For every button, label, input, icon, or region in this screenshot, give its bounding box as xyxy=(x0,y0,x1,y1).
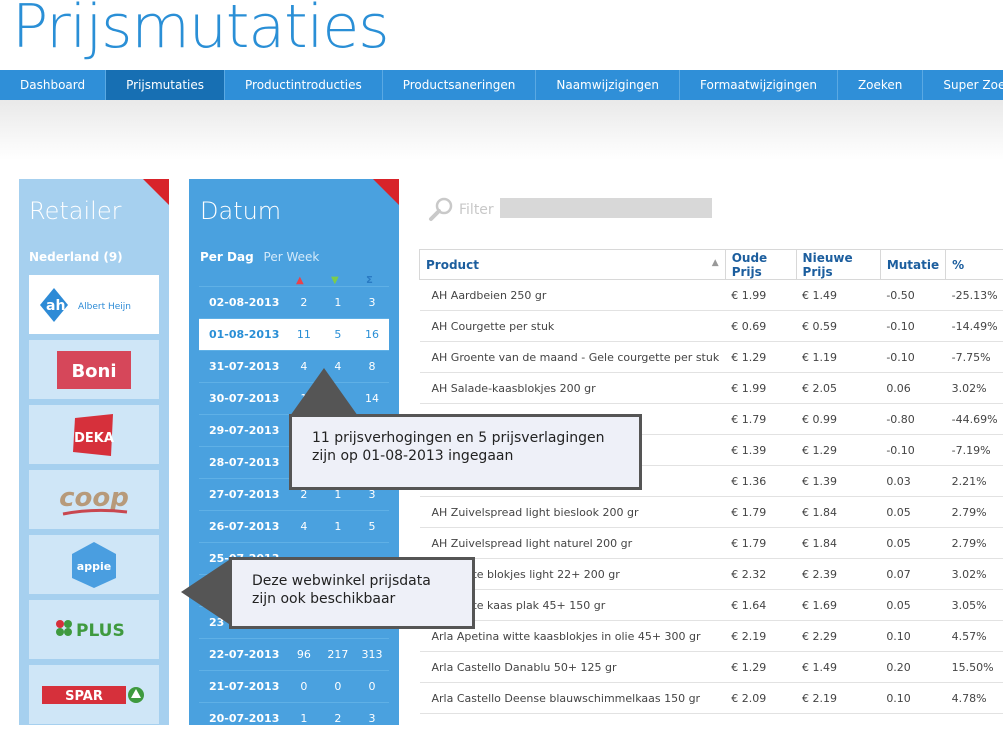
col-oude-prijs[interactable]: Oude Prijs xyxy=(725,250,796,280)
filter-bar: Filter xyxy=(428,196,728,224)
plus-logo: PLUS xyxy=(52,615,136,645)
date-row[interactable]: 21-07-2013000 xyxy=(199,670,389,702)
spar-logo: SPAR xyxy=(42,683,146,707)
sort-asc-icon: ▲ xyxy=(712,258,719,268)
increase-arrow-icon: ▲ xyxy=(296,275,304,286)
table-row[interactable]: tina witte kaas plak 45+ 150 gr€ 1.64€ 1… xyxy=(420,590,1003,621)
svg-text:ah: ah xyxy=(46,298,65,314)
albert-heijn-logo: ah Albert Heijn xyxy=(34,280,154,330)
retailer-boni[interactable]: Boni xyxy=(29,340,159,399)
col-product[interactable]: Product▲ xyxy=(420,250,726,280)
svg-text:SPAR: SPAR xyxy=(65,689,103,704)
datum-heading: Datum xyxy=(200,197,281,225)
table-row[interactable]: AH Courgette per stuk€ 0.69€ 0.59-0.10-1… xyxy=(420,311,1003,342)
nav-dashboard[interactable]: Dashboard xyxy=(0,70,106,100)
col-percentage[interactable]: % xyxy=(946,250,1003,280)
retailer-deka[interactable]: DEKA xyxy=(29,405,159,464)
date-callout-pointer xyxy=(290,368,358,416)
svg-text:DEKA: DEKA xyxy=(74,431,114,446)
corner-marker xyxy=(143,179,169,205)
table-header-row: Product▲ Oude Prijs Nieuwe Prijs Mutatie… xyxy=(420,250,1003,280)
col-nieuwe-prijs[interactable]: Nieuwe Prijs xyxy=(796,250,880,280)
store-callout-pointer xyxy=(181,560,229,624)
date-row[interactable]: 22-07-201396217313 xyxy=(199,638,389,670)
boni-logo: Boni xyxy=(57,351,131,389)
col-mutatie[interactable]: Mutatie xyxy=(880,250,945,280)
tab-per-week[interactable]: Per Week xyxy=(264,250,320,264)
svg-text:appie: appie xyxy=(77,560,111,573)
date-row[interactable]: 20-07-2013123 xyxy=(199,702,389,734)
deka-logo: DEKA xyxy=(71,412,117,458)
main-nav: Dashboard Prijsmutaties Productintroduct… xyxy=(0,70,1003,100)
date-callout: 11 prijsverhogingen en 5 prijsverlaginge… xyxy=(289,414,642,490)
nav-super-zoeken[interactable]: Super Zoeken xyxy=(923,70,1003,100)
retailer-appie[interactable]: appie xyxy=(29,535,159,594)
table-row[interactable]: Arla Castello Danablu 50+ 125 gr€ 1.29€ … xyxy=(420,652,1003,683)
retailer-coop[interactable]: coop xyxy=(29,470,159,529)
table-row[interactable]: AH Aardbeien 250 gr€ 1.99€ 1.49-0.50-25.… xyxy=(420,280,1003,311)
store-callout: Deze webwinkel prijsdata zijn ook beschi… xyxy=(229,557,475,629)
table-row[interactable]: tina witte blokjes light 22+ 200 gr€ 2.3… xyxy=(420,559,1003,590)
date-row[interactable]: 02-08-2013213 xyxy=(199,286,389,318)
page-title: Prijsmutaties xyxy=(12,0,389,62)
retailer-albert-heijn[interactable]: ah Albert Heijn xyxy=(29,275,159,334)
tab-per-dag[interactable]: Per Dag xyxy=(200,250,254,264)
store-callout-line2: zijn ook beschikbaar xyxy=(252,590,452,608)
svg-text:PLUS: PLUS xyxy=(76,621,125,641)
nav-naamwijzigingen[interactable]: Naamwijzigingen xyxy=(536,70,680,100)
filter-input[interactable] xyxy=(500,198,712,218)
svg-text:Boni: Boni xyxy=(71,361,116,382)
filter-label: Filter xyxy=(459,202,494,218)
nav-formaatwijzigingen[interactable]: Formaatwijzigingen xyxy=(680,70,838,100)
country-label[interactable]: Nederland (9) xyxy=(29,250,123,264)
nav-prijsmutaties[interactable]: Prijsmutaties xyxy=(106,70,225,100)
retailer-heading: Retailer xyxy=(29,197,121,225)
date-row[interactable]: 26-07-2013415 xyxy=(199,510,389,542)
appie-logo: appie xyxy=(69,540,119,590)
total-icon: Σ xyxy=(366,275,373,286)
date-callout-line2: zijn op 01-08-2013 ingegaan xyxy=(312,447,619,465)
date-list: 02-08-2013213 01-08-201311516 31-07-2013… xyxy=(199,286,389,734)
table-row[interactable]: Arla Apetina witte kaasblokjes in olie 4… xyxy=(420,621,1003,652)
table-row[interactable]: Arla Castello Deense blauwschimmelkaas 1… xyxy=(420,683,1003,714)
date-callout-line1: 11 prijsverhogingen en 5 prijsverlaginge… xyxy=(312,429,619,447)
nav-zoeken[interactable]: Zoeken xyxy=(838,70,923,100)
svg-text:coop: coop xyxy=(59,483,129,513)
table-row[interactable]: AH Zuivelspread light bieslook 200 gr€ 1… xyxy=(420,497,1003,528)
table-row[interactable]: AH Salade-kaasblokjes 200 gr€ 1.99€ 2.05… xyxy=(420,373,1003,404)
nav-productintroducties[interactable]: Productintroducties xyxy=(225,70,383,100)
svg-text:Albert Heijn: Albert Heijn xyxy=(78,302,131,312)
coop-logo: coop xyxy=(49,478,139,522)
nav-productsaneringen[interactable]: Productsaneringen xyxy=(383,70,537,100)
store-callout-line1: Deze webwinkel prijsdata xyxy=(252,572,452,590)
date-row-selected[interactable]: 01-08-201311516 xyxy=(199,318,389,350)
table-row[interactable]: AH Zuivelspread light naturel 200 gr€ 1.… xyxy=(420,528,1003,559)
decrease-arrow-icon: ▼ xyxy=(331,275,339,286)
period-tabs: Per Dag Per Week xyxy=(200,250,319,264)
corner-marker xyxy=(373,179,399,205)
header-band xyxy=(0,100,1003,160)
table-row[interactable]: AH Groente van de maand - Gele courgette… xyxy=(420,342,1003,373)
retailer-plus[interactable]: PLUS xyxy=(29,600,159,659)
retailer-panel: Retailer Nederland (9) ah Albert Heijn B… xyxy=(19,179,169,725)
retailer-spar[interactable]: SPAR xyxy=(29,665,159,724)
search-icon xyxy=(428,196,454,222)
